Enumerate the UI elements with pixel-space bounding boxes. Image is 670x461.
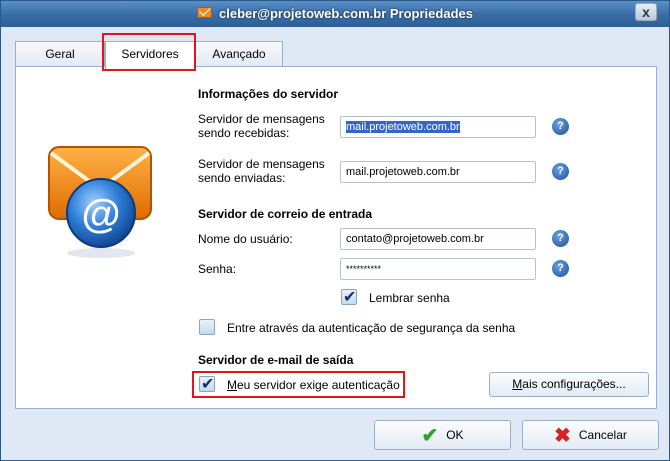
ok-button[interactable]: ✔ OK bbox=[374, 420, 511, 450]
outgoing-server-input[interactable]: mail.projetoweb.com.br bbox=[340, 161, 536, 183]
tab-geral[interactable]: Geral bbox=[15, 41, 105, 67]
remember-password-label: Lembrar senha bbox=[369, 291, 450, 305]
title-bar[interactable]: cleber@projetoweb.com.br Propriedades x bbox=[1, 1, 669, 27]
password-input[interactable]: ********** bbox=[340, 258, 536, 280]
server-info-heading: Informações do servidor bbox=[198, 87, 339, 101]
properties-window: cleber@projetoweb.com.br Propriedades x … bbox=[0, 0, 670, 461]
more-settings-button[interactable]: Mais configurações... bbox=[489, 372, 649, 397]
incoming-server-value: mail.projetoweb.com.br bbox=[346, 121, 460, 133]
tab-avancado[interactable]: Avançado bbox=[195, 41, 283, 67]
incoming-mail-heading: Servidor de correio de entrada bbox=[198, 207, 373, 221]
close-icon: x bbox=[642, 4, 650, 20]
cancel-label: Cancelar bbox=[578, 428, 627, 442]
help-icon[interactable]: ? bbox=[552, 260, 569, 277]
svg-text:@: @ bbox=[81, 192, 120, 236]
incoming-server-label: Servidor de mensagens sendo recebidas: bbox=[198, 112, 325, 140]
password-label: Senha: bbox=[198, 262, 237, 276]
cross-icon: ✖ bbox=[554, 424, 571, 447]
auth-highlight-frame bbox=[192, 371, 405, 398]
window-title: cleber@projetoweb.com.br Propriedades bbox=[219, 6, 473, 21]
outgoing-mail-heading: Servidor de e-mail de saída bbox=[198, 353, 354, 367]
username-input[interactable]: contato@projetoweb.com.br bbox=[340, 228, 536, 250]
outgoing-server-label: Servidor de mensagens sendo enviadas: bbox=[198, 157, 325, 185]
help-icon[interactable]: ? bbox=[552, 230, 569, 247]
secure-auth-label: Entre através da autenticação de seguran… bbox=[227, 321, 516, 335]
username-label: Nome do usuário: bbox=[198, 232, 293, 246]
close-button[interactable]: x bbox=[635, 3, 657, 21]
envelope-icon bbox=[197, 7, 212, 18]
help-icon[interactable]: ? bbox=[552, 118, 569, 135]
checkmark-icon: ✔ bbox=[421, 424, 439, 447]
incoming-server-input[interactable]: mail.projetoweb.com.br bbox=[340, 116, 536, 138]
help-icon[interactable]: ? bbox=[552, 163, 569, 180]
ok-label: OK bbox=[446, 428, 464, 442]
cancel-button[interactable]: ✖ Cancelar bbox=[522, 420, 659, 450]
tab-highlight-frame bbox=[102, 33, 196, 71]
mail-at-icon: @ bbox=[48, 146, 152, 258]
remember-password-checkbox[interactable] bbox=[341, 287, 357, 307]
secure-auth-checkbox[interactable] bbox=[199, 319, 215, 335]
